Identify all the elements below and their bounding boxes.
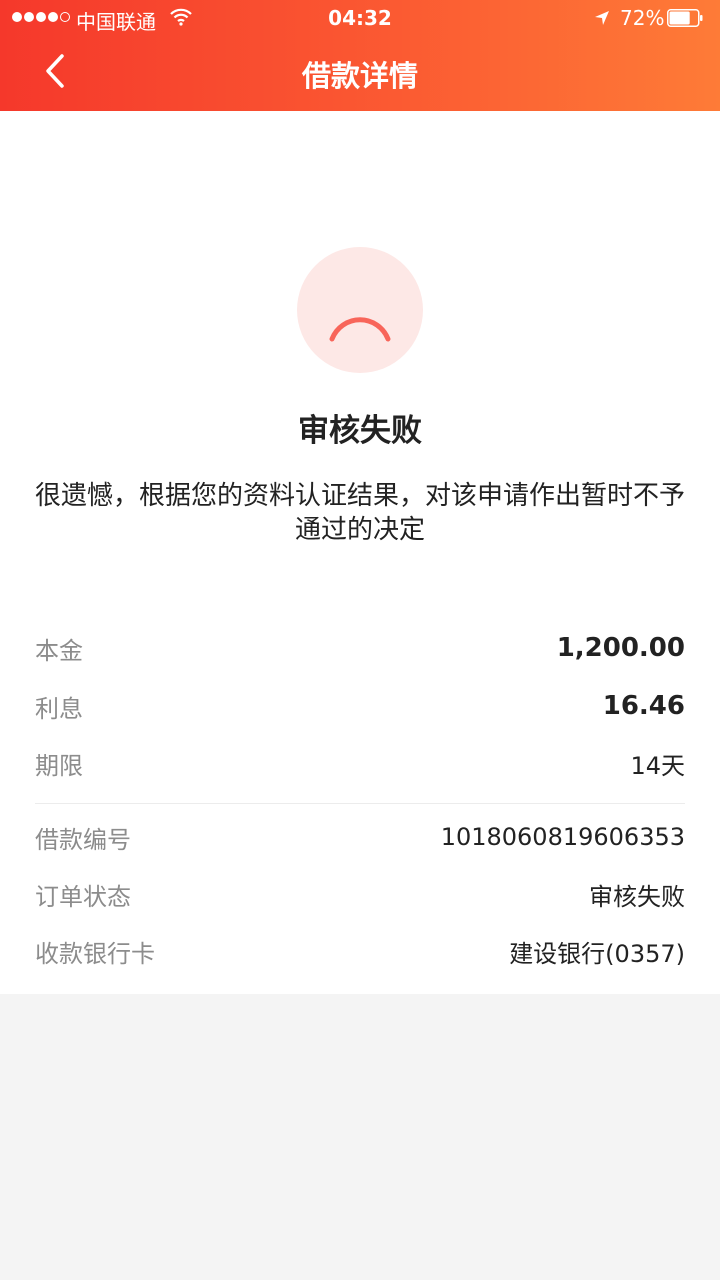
order-status-row: 订单状态 审核失败 [35,874,685,914]
term-row: 期限 14天 [35,743,685,783]
bank-card-value: 建设银行(0357) [509,939,685,968]
interest-row: 利息 16.46 [35,686,685,726]
location-arrow-icon [595,11,609,25]
principal-value: 1,200.00 [556,633,685,663]
battery-percent: 72% [620,6,665,30]
page-title: 借款详情 [301,59,418,93]
order-status-label: 订单状态 [35,882,131,911]
sad-face-icon [297,247,423,373]
loan-detail-card: 审核失败 很遗憾，根据您的资料认证结果，对该申请作出暂时不予通过的决定 本金 1… [0,111,720,994]
principal-row: 本金 1,200.00 [35,628,685,668]
bank-card-label: 收款银行卡 [35,939,155,968]
status-bar: 中国联通 04:32 72% [0,0,720,38]
interest-value: 16.46 [602,691,685,721]
loan-number-label: 借款编号 [35,825,131,854]
term-label: 期限 [35,751,83,780]
loan-number-value: 1018060819606353 [440,823,685,851]
battery-icon [667,9,703,27]
term-value: 14天 [630,751,685,780]
principal-label: 本金 [35,636,83,665]
order-status-value: 审核失败 [589,882,685,911]
clock: 04:32 [328,6,392,30]
result-title: 审核失败 [298,413,422,449]
interest-label: 利息 [35,694,83,723]
result-message: 很遗憾，根据您的资料认证结果，对该申请作出暂时不予通过的决定 [34,481,685,545]
divider [35,803,685,804]
loan-number-row: 借款编号 1018060819606353 [35,817,685,857]
header: 中国联通 04:32 72% 借款详情 [0,0,720,111]
bank-card-row: 收款银行卡 建设银行(0357) [35,931,685,971]
